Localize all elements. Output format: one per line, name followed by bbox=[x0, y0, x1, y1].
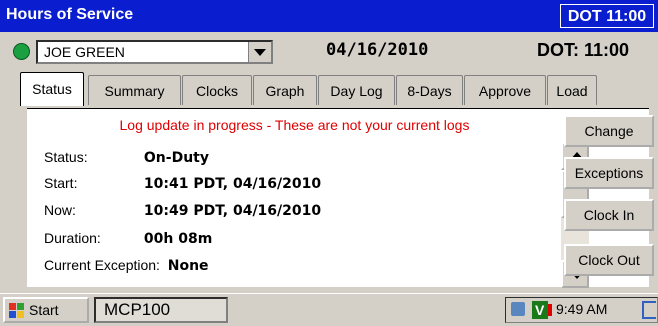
tab-graph[interactable]: Graph bbox=[253, 75, 317, 105]
log-update-warning: Log update in progress - These are not y… bbox=[119, 117, 470, 133]
windows-flag-icon bbox=[9, 303, 25, 319]
taskbar-app-mcp100[interactable]: MCP100 bbox=[94, 297, 228, 323]
tab-8-days[interactable]: 8-Days bbox=[396, 75, 463, 105]
network-icon[interactable] bbox=[511, 302, 525, 316]
status-label: Status: bbox=[44, 149, 88, 165]
driver-select[interactable]: JOE GREEN bbox=[36, 40, 273, 64]
dot-time-badge: DOT 11:00 bbox=[560, 4, 654, 28]
status-value: On-Duty bbox=[143, 150, 209, 166]
tab-approve[interactable]: Approve bbox=[464, 75, 546, 105]
clock-in-button[interactable]: Clock In bbox=[564, 199, 654, 231]
now-value: 10:49 PDT, 04/16/2010 bbox=[143, 203, 322, 219]
duration-label: Duration: bbox=[44, 230, 101, 246]
tab-load[interactable]: Load bbox=[547, 75, 597, 105]
chevron-down-icon[interactable] bbox=[248, 42, 271, 62]
exceptions-button[interactable]: Exceptions bbox=[564, 157, 654, 189]
driver-name: JOE GREEN bbox=[44, 44, 125, 60]
change-button[interactable]: Change bbox=[564, 115, 654, 147]
status-row: Status: On-Duty bbox=[44, 149, 209, 166]
tab-summary[interactable]: Summary bbox=[88, 75, 181, 105]
now-row: Now: 10:49 PDT, 04/16/2010 bbox=[44, 202, 321, 219]
exception-label: Current Exception: bbox=[44, 257, 160, 273]
start-row: Start: 10:41 PDT, 04/16/2010 bbox=[44, 175, 321, 192]
tray-clock[interactable]: 9:49 AM bbox=[556, 301, 607, 317]
tab-day-log[interactable]: Day Log bbox=[318, 75, 395, 105]
duration-value: 00h 08m bbox=[143, 231, 213, 247]
tab-status[interactable]: Status bbox=[20, 72, 84, 106]
now-label: Now: bbox=[44, 202, 76, 218]
start-label: Start bbox=[29, 302, 59, 318]
tab-clocks[interactable]: Clocks bbox=[182, 75, 252, 105]
dot-remaining-clock: DOT: 11:00 bbox=[537, 40, 630, 60]
status-panel: Log update in progress - These are not y… bbox=[27, 108, 649, 288]
desktop-icon[interactable] bbox=[642, 301, 656, 319]
tray-app-letter: V bbox=[535, 302, 545, 318]
log-date: 04/16/2010 bbox=[326, 40, 429, 60]
start-value: 10:41 PDT, 04/16/2010 bbox=[143, 176, 322, 192]
tray-app-icon[interactable]: V bbox=[532, 301, 552, 319]
start-label: Start: bbox=[44, 175, 78, 191]
taskbar: Start MCP100 V 9:49 AM bbox=[0, 293, 658, 326]
exception-value: None bbox=[167, 258, 209, 274]
title-bar: Hours of Service DOT 11:00 bbox=[0, 0, 658, 32]
driver-status-indicator bbox=[13, 43, 30, 60]
window-title: Hours of Service bbox=[6, 6, 134, 23]
clock-out-button[interactable]: Clock Out bbox=[564, 244, 654, 276]
start-button[interactable]: Start bbox=[3, 297, 89, 323]
duration-row: Duration: 00h 08m bbox=[44, 230, 212, 247]
exception-row: Current Exception: None bbox=[44, 257, 209, 274]
system-tray: V 9:49 AM bbox=[505, 297, 658, 323]
